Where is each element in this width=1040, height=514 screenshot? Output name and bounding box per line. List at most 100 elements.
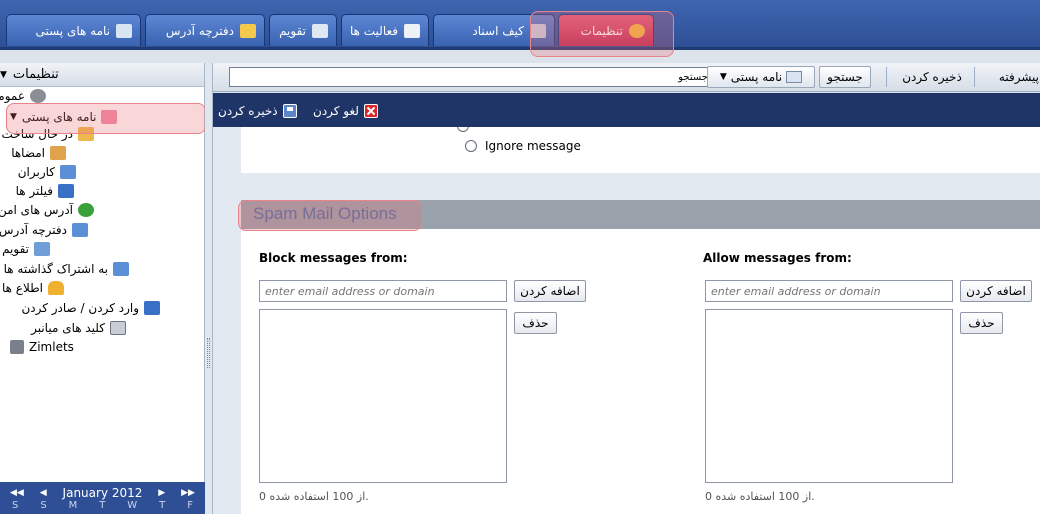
splitter-grip[interactable] bbox=[207, 338, 210, 368]
allow-messages-title: Allow messages from: bbox=[703, 251, 852, 265]
block-email-input[interactable] bbox=[259, 280, 507, 302]
tree-item-sharing[interactable]: به اشتراک گذاشته ها bbox=[4, 260, 129, 277]
search-input[interactable] bbox=[229, 67, 713, 87]
shield-icon bbox=[78, 202, 94, 217]
allow-email-input[interactable] bbox=[705, 280, 953, 302]
weekday: W bbox=[127, 500, 138, 511]
ignore-message-radio[interactable] bbox=[465, 140, 477, 152]
app-tab-briefcase[interactable]: کیف اسناد bbox=[433, 14, 555, 46]
spam-section-header: Spam Mail Options bbox=[241, 200, 1040, 229]
tree-item-import-export[interactable]: وارد کردن / صادر کردن bbox=[21, 299, 160, 316]
envelope-icon bbox=[116, 23, 132, 38]
tree-item-label: آدرس های امن bbox=[0, 202, 73, 217]
app-tab-calendar[interactable]: تقویم bbox=[269, 14, 337, 46]
blocked-senders-list[interactable] bbox=[259, 309, 507, 483]
calendar-icon bbox=[312, 23, 328, 38]
compose-icon bbox=[78, 126, 94, 141]
block-add-button[interactable]: اضافه کردن bbox=[514, 280, 586, 302]
toolbar-separator bbox=[886, 67, 887, 87]
add-button-label: اضافه کردن bbox=[966, 284, 1026, 298]
mini-calendar: ◀◀ ◀ January 2012 ▶ ▶▶ S S M T W T F bbox=[0, 482, 205, 514]
dropdown-arrow-icon: ▼ bbox=[719, 72, 727, 82]
tree-item-filters[interactable]: فیلتر ها bbox=[16, 182, 74, 199]
tree-item-label: وارد کردن / صادر کردن bbox=[21, 300, 139, 315]
tree-item-label: عمومی bbox=[0, 88, 25, 103]
search-toolbar: نامه پستی ▼ جستجو ذخیره کردن پیشرفته bbox=[213, 63, 1040, 92]
prev-month-icon[interactable]: ◀ bbox=[40, 488, 47, 498]
panel-splitter[interactable] bbox=[205, 63, 213, 514]
weekday: F bbox=[187, 500, 193, 511]
cancel-label: لغو کردن bbox=[313, 104, 359, 118]
tree-item-label: کاربران bbox=[17, 164, 55, 179]
tree-item-label: Zimlets bbox=[29, 339, 74, 354]
save-search-button[interactable]: ذخیره کردن bbox=[897, 66, 967, 88]
prev-year-icon[interactable]: ◀◀ bbox=[10, 488, 24, 498]
signature-icon bbox=[50, 145, 66, 160]
block-messages-title: Block messages from: bbox=[259, 251, 408, 265]
import-export-icon bbox=[144, 300, 160, 315]
app-tab-preferences[interactable]: تنظیمات bbox=[558, 14, 654, 46]
tree-item-label: به اشتراک گذاشته ها bbox=[3, 261, 108, 276]
radio-partial[interactable] bbox=[457, 127, 469, 132]
bell-icon bbox=[48, 280, 64, 295]
zimlet-icon bbox=[10, 339, 24, 354]
next-year-icon[interactable]: ▶▶ bbox=[181, 488, 195, 498]
gear-icon bbox=[629, 23, 645, 38]
tree-item-composing[interactable]: در حال ساخت bbox=[2, 125, 94, 142]
cancel-button[interactable]: لغو کردن bbox=[313, 102, 378, 120]
save-button[interactable]: ذخیره کردن bbox=[218, 102, 297, 120]
tree-item-general[interactable]: عمومی bbox=[0, 87, 46, 104]
tree-item-label: تقویم bbox=[2, 241, 29, 256]
spam-section-title: Spam Mail Options bbox=[253, 204, 397, 223]
save-label: ذخیره کردن bbox=[218, 104, 278, 118]
weekday: S bbox=[40, 500, 47, 511]
block-remove-button[interactable]: حذف bbox=[514, 312, 557, 334]
advanced-search-button[interactable]: پیشرفته bbox=[981, 66, 1040, 88]
tree-item-notifications[interactable]: اطلاع ها bbox=[2, 279, 64, 296]
advanced-search-label: پیشرفته bbox=[998, 70, 1039, 84]
contact-icon bbox=[240, 23, 256, 38]
preferences-content: Ignore message Spam Mail Options Block m… bbox=[213, 127, 1040, 514]
add-button-label: اضافه کردن bbox=[520, 284, 580, 298]
app-tab-bar: نامه های پستی دفترچه آدرس تقویم فعالیت ه… bbox=[0, 0, 1040, 50]
search-type-dropdown[interactable]: نامه پستی ▼ bbox=[707, 66, 815, 88]
tree-item-label: در حال ساخت bbox=[1, 126, 73, 141]
tree-item-calendar[interactable]: تقویم bbox=[2, 240, 50, 257]
app-tab-mail[interactable]: نامه های پستی bbox=[6, 14, 141, 46]
tree-item-mail[interactable]: نامه های پستی ▼ bbox=[10, 108, 142, 125]
app-tab-tasks[interactable]: فعالیت ها bbox=[341, 14, 429, 46]
save-disk-icon bbox=[282, 104, 297, 118]
options-card: Ignore message bbox=[241, 127, 1040, 173]
weekday: T bbox=[159, 500, 166, 511]
calendar-weekdays: S S M T W T F bbox=[0, 500, 205, 514]
tree-header[interactable]: تنظیمات ▼ bbox=[0, 63, 204, 87]
allow-add-button[interactable]: اضافه کردن bbox=[960, 280, 1032, 302]
close-icon bbox=[363, 104, 378, 118]
tree-item-signatures[interactable]: امضاها bbox=[11, 144, 66, 161]
filter-icon bbox=[58, 183, 74, 198]
allowed-senders-list[interactable] bbox=[705, 309, 953, 483]
tree-item-shortcuts[interactable]: کلید های میانبر bbox=[31, 319, 126, 336]
tree-item-accounts[interactable]: کاربران bbox=[18, 163, 76, 180]
next-month-icon[interactable]: ▶ bbox=[158, 488, 165, 498]
tree-title: تنظیمات bbox=[12, 67, 59, 82]
keyboard-icon bbox=[110, 320, 126, 335]
weekday: T bbox=[99, 500, 106, 511]
collapse-arrow-icon[interactable]: ▼ bbox=[10, 112, 17, 122]
tree-item-trusted-addresses[interactable]: آدرس های امن bbox=[0, 201, 94, 218]
collapse-arrow-icon[interactable]: ▼ bbox=[0, 70, 7, 80]
search-button[interactable]: جستجو bbox=[819, 66, 871, 88]
tree-item-zimlets[interactable]: Zimlets bbox=[10, 338, 74, 355]
contact-icon bbox=[72, 222, 88, 237]
search-button-label: جستجو bbox=[827, 70, 863, 84]
app-tab-contacts[interactable]: دفترچه آدرس bbox=[145, 14, 265, 46]
allow-remove-button[interactable]: حذف bbox=[960, 312, 1003, 334]
app-tab-label: نامه های پستی bbox=[35, 23, 110, 38]
tree-item-address-book[interactable]: دفترچه آدرس bbox=[0, 221, 88, 238]
search-type-label: نامه پستی bbox=[730, 70, 783, 84]
app-tab-label: تنظیمات bbox=[580, 23, 623, 38]
weekday: S bbox=[12, 500, 19, 511]
share-icon bbox=[113, 261, 129, 276]
calendar-month-row: ◀◀ ◀ January 2012 ▶ ▶▶ bbox=[0, 485, 205, 500]
app-tab-label: کیف اسناد bbox=[472, 23, 524, 38]
